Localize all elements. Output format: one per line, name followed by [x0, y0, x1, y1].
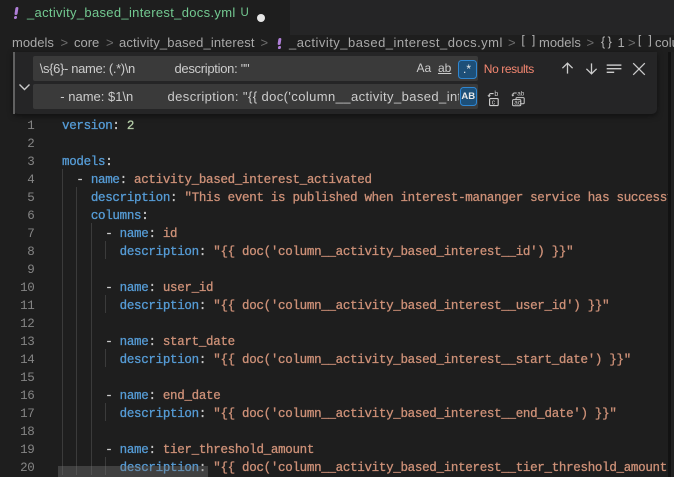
svg-text:ac: ac: [514, 99, 521, 106]
svg-text:b: b: [494, 91, 498, 98]
svg-text:ab: ab: [517, 90, 525, 97]
svg-text:c: c: [491, 99, 495, 106]
